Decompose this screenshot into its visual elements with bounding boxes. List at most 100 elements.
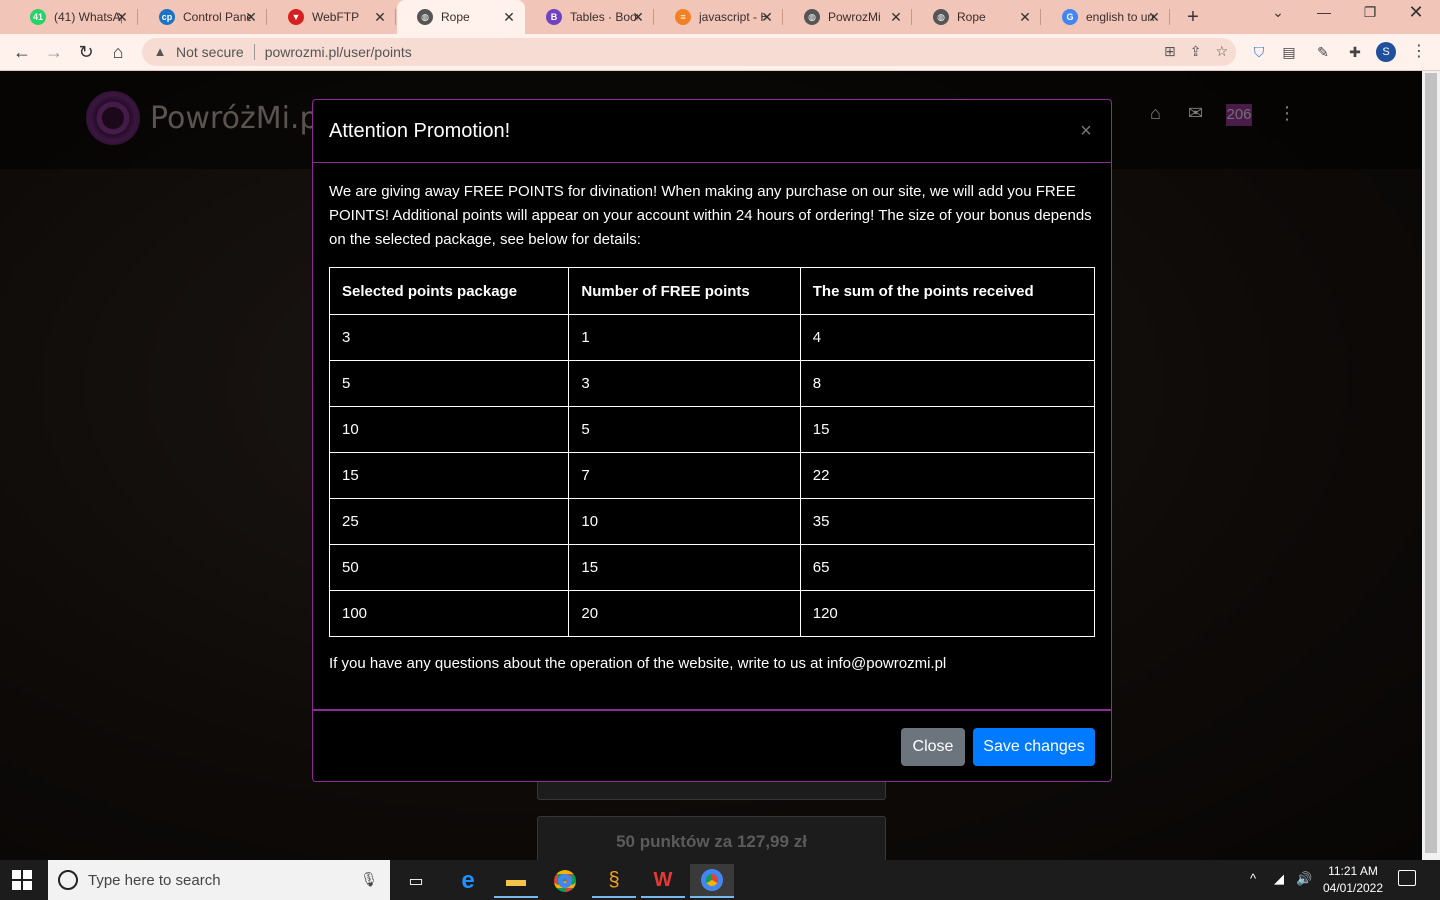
system-clock[interactable]: 11:21 AM 04/01/2022 bbox=[1318, 863, 1388, 897]
tab-favicon-icon: ◍ bbox=[804, 9, 820, 25]
tab-close-icon[interactable]: ✕ bbox=[1146, 9, 1162, 25]
table-cell: 22 bbox=[799, 452, 1096, 499]
promotion-intro-text: We are giving away FREE POINTS for divin… bbox=[329, 183, 1092, 248]
tab-separator bbox=[395, 9, 396, 25]
modal-footer: Close Save changes bbox=[313, 709, 1111, 781]
extensions-puzzle-icon[interactable]: ✚ bbox=[1344, 41, 1366, 63]
back-button[interactable]: ← bbox=[10, 41, 34, 65]
reload-button[interactable]: ↻ bbox=[74, 41, 98, 65]
tab-favicon-icon: 41 bbox=[30, 9, 46, 25]
table-cell: 5 bbox=[328, 360, 570, 407]
column-header: The sum of the points received bbox=[799, 267, 1096, 315]
browser-tab[interactable]: ▼ WebFTP ✕ bbox=[268, 0, 396, 34]
windows-taskbar: Type here to search 🎙 ▭ e ▬ § W ^ ◢ 🔊 11… bbox=[0, 860, 1440, 900]
modal-header: Attention Promotion! × bbox=[313, 100, 1111, 163]
tab-close-icon[interactable]: ✕ bbox=[372, 9, 388, 25]
browser-tab[interactable]: ◍ Rope ✕ bbox=[397, 0, 525, 34]
chrome-icon[interactable] bbox=[543, 864, 587, 898]
tab-close-icon[interactable]: ✕ bbox=[1017, 9, 1033, 25]
eyedropper-extension-icon[interactable]: ✎ bbox=[1312, 41, 1334, 63]
show-hidden-icons[interactable]: ^ bbox=[1250, 871, 1256, 886]
address-bar[interactable]: ▲ Not secure powrozmi.pl/user/points ⊞ ⇪… bbox=[142, 38, 1236, 66]
tab-close-icon[interactable]: ✕ bbox=[630, 9, 646, 25]
share-icon[interactable]: ⇪ bbox=[1190, 43, 1202, 60]
browser-tab[interactable]: ≡ javascript - How✕ bbox=[655, 0, 783, 34]
translate-icon[interactable]: ⊞ bbox=[1164, 43, 1176, 60]
table-row: 538 bbox=[328, 360, 1096, 407]
close-icon[interactable]: × bbox=[1075, 120, 1097, 142]
table-cell: 8 bbox=[799, 360, 1096, 407]
tab-close-icon[interactable]: ✕ bbox=[759, 9, 775, 25]
home-button[interactable]: ⌂ bbox=[106, 41, 130, 65]
tab-favicon-icon: B bbox=[546, 9, 562, 25]
table-cell: 3 bbox=[568, 360, 801, 407]
tab-search-icon[interactable]: ⌄ bbox=[1264, 4, 1292, 21]
table-cell: 15 bbox=[328, 452, 570, 499]
table-cell: 50 bbox=[328, 544, 570, 591]
tab-title: english to urdu bbox=[1086, 10, 1154, 24]
close-button[interactable]: Close bbox=[901, 728, 965, 766]
profile-avatar[interactable]: S bbox=[1376, 42, 1396, 62]
tab-favicon-icon: ≡ bbox=[675, 9, 691, 25]
table-cell: 25 bbox=[328, 498, 570, 545]
tab-title: Control Panel bbox=[183, 10, 251, 24]
restore-button[interactable]: ❐ bbox=[1356, 4, 1384, 21]
table-row: 50 15 65 bbox=[328, 544, 1096, 591]
table-cell: 15 bbox=[799, 406, 1096, 453]
tab-favicon-icon: ◍ bbox=[933, 9, 949, 25]
edge-icon[interactable]: e bbox=[446, 864, 490, 898]
taskbar-search-box[interactable]: Type here to search 🎙 bbox=[48, 860, 390, 900]
tab-close-icon[interactable]: ✕ bbox=[888, 9, 904, 25]
column-header: Selected points package bbox=[328, 267, 570, 315]
tab-title: WebFTP bbox=[312, 10, 360, 24]
points-bonus-table: Selected points package Number of FREE p… bbox=[328, 267, 1096, 637]
table-cell: 65 bbox=[799, 544, 1096, 591]
browser-tab[interactable]: Genglish to urdu✕ bbox=[1042, 0, 1170, 34]
browser-tab[interactable]: ◍ Rope ✕ bbox=[913, 0, 1041, 34]
sublime-text-icon[interactable]: § bbox=[592, 864, 636, 898]
window-close-button[interactable]: ✕ bbox=[1402, 2, 1430, 23]
scrollbar-thumb[interactable] bbox=[1425, 73, 1437, 853]
chrome-profile-icon[interactable] bbox=[690, 864, 734, 898]
clock-time: 11:21 AM bbox=[1328, 864, 1378, 878]
wps-office-icon[interactable]: W bbox=[641, 864, 685, 898]
volume-icon[interactable]: 🔊 bbox=[1296, 871, 1312, 887]
tab-favicon-icon: ▼ bbox=[288, 9, 304, 25]
clock-date: 04/01/2022 bbox=[1322, 881, 1384, 895]
tab-close-icon[interactable]: ✕ bbox=[243, 9, 259, 25]
forward-button[interactable]: → bbox=[42, 41, 66, 65]
clipboard-extension-icon[interactable]: ▤ bbox=[1278, 41, 1300, 63]
tab-title: Rope bbox=[441, 10, 470, 24]
table-cell: 20 bbox=[568, 590, 801, 637]
browser-tab[interactable]: 41 (41) WhatsApp✕ bbox=[10, 0, 138, 34]
network-icon[interactable]: ◢ bbox=[1274, 871, 1284, 887]
task-view-icon[interactable]: ▭ bbox=[394, 864, 438, 898]
warning-icon[interactable]: ▲ bbox=[152, 44, 168, 60]
tab-title: javascript - How bbox=[699, 10, 767, 24]
save-changes-button[interactable]: Save changes bbox=[973, 728, 1095, 766]
tab-separator bbox=[1169, 9, 1170, 25]
table-cell: 10 bbox=[568, 498, 801, 545]
table-header-row: Selected points package Number of FREE p… bbox=[328, 267, 1096, 315]
minimize-button[interactable]: — bbox=[1310, 4, 1338, 20]
tab-title: (41) WhatsApp bbox=[54, 10, 122, 24]
bookmark-star-icon[interactable]: ☆ bbox=[1215, 43, 1228, 60]
browser-tab[interactable]: cp Control Panel ✕ bbox=[139, 0, 267, 34]
tab-close-icon[interactable]: ✕ bbox=[501, 9, 517, 25]
security-label[interactable]: Not secure bbox=[176, 44, 244, 60]
contact-text: If you have any questions about the oper… bbox=[329, 655, 947, 672]
notifications-icon[interactable] bbox=[1398, 870, 1416, 886]
tab-separator bbox=[653, 9, 654, 25]
table-row: 314 bbox=[328, 314, 1096, 361]
browser-tab[interactable]: ◍ PowrozMi ✕ bbox=[784, 0, 912, 34]
shield-extension-icon[interactable]: ⛉ bbox=[1248, 41, 1270, 63]
browser-menu-icon[interactable]: ⋮ bbox=[1408, 41, 1430, 63]
file-explorer-icon[interactable]: ▬ bbox=[494, 864, 538, 898]
browser-tab[interactable]: B Tables · Bootstrap✕ bbox=[526, 0, 654, 34]
new-tab-button[interactable]: + bbox=[1182, 6, 1204, 29]
tab-close-icon[interactable]: ✕ bbox=[114, 9, 130, 25]
microphone-icon[interactable]: 🎙 bbox=[360, 871, 378, 888]
page-scrollbar[interactable] bbox=[1422, 71, 1440, 860]
url-text[interactable]: powrozmi.pl/user/points bbox=[265, 44, 412, 60]
start-button[interactable] bbox=[12, 870, 32, 890]
